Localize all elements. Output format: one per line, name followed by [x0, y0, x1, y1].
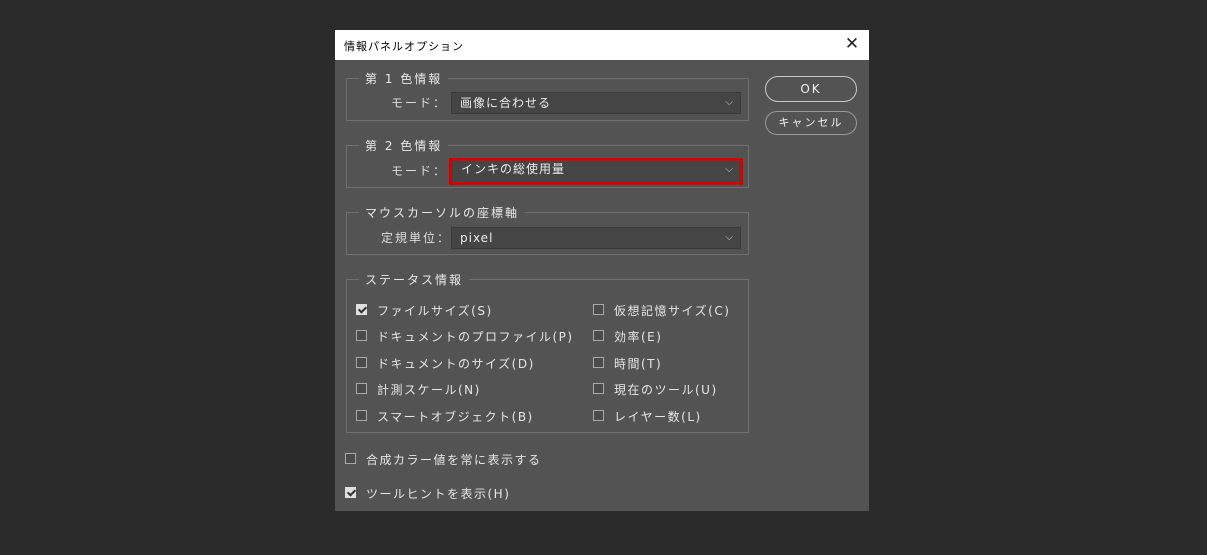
mouse-coordinates-legend: マウスカーソルの座標軸: [365, 206, 520, 220]
status-document-profile-label: ドキュメントのプロファイル(P): [377, 330, 574, 344]
chevron-down-icon: ⌵: [725, 164, 734, 175]
title-bar: 情報パネルオプション ✕: [335, 30, 869, 60]
second-color-mode-value: インキの総使用量: [461, 162, 566, 176]
ok-button[interactable]: OK: [765, 76, 857, 102]
ruler-units-select[interactable]: pixel ⌵: [451, 227, 741, 249]
status-document-size-label: ドキュメントのサイズ(D): [377, 357, 535, 371]
dialog-title: 情報パネルオプション: [344, 40, 464, 53]
checkbox-icon: [356, 383, 367, 394]
checkbox-checked-icon: [356, 304, 367, 315]
status-info-legend: ステータス情報: [365, 273, 464, 287]
close-icon[interactable]: ✕: [843, 35, 861, 53]
status-scratch-sizes-label: 仮想記憶サイズ(C): [614, 304, 731, 318]
first-color-mode-select[interactable]: 画像に合わせる ⌵: [451, 92, 741, 114]
second-color-mode-select[interactable]: インキの総使用量 ⌵: [449, 158, 743, 185]
ruler-units-label: 定規単位：: [380, 231, 451, 245]
checkbox-icon: [593, 410, 604, 421]
checkbox-icon: [356, 330, 367, 341]
status-efficiency-label: 効率(E): [614, 330, 663, 344]
chevron-down-icon: ⌵: [725, 232, 734, 243]
status-file-size-label: ファイルサイズ(S): [377, 304, 493, 318]
status-layer-count-label: レイヤー数(L): [614, 410, 702, 424]
checkbox-icon: [593, 330, 604, 341]
checkbox-icon: [356, 357, 367, 368]
always-show-composite-label: 合成カラー値を常に表示する: [366, 453, 542, 467]
second-color-mode-label: モード：: [390, 164, 447, 178]
info-panel-options-dialog: 情報パネルオプション ✕ 第 1 色情報 モード： 画像に合わせる ⌵ 第 2 …: [335, 30, 869, 511]
checkbox-icon: [593, 383, 604, 394]
status-current-tool-label: 現在のツール(U): [614, 383, 718, 397]
status-measurement-scale-label: 計測スケール(N): [377, 383, 481, 397]
chevron-down-icon: ⌵: [725, 97, 734, 108]
show-tooltips-label: ツールヒントを表示(H): [366, 487, 511, 501]
first-color-legend: 第 1 色情報: [365, 72, 443, 86]
checkbox-icon: [356, 410, 367, 421]
status-timing-label: 時間(T): [614, 357, 663, 371]
checkbox-icon: [345, 453, 356, 464]
first-color-mode-label: モード：: [390, 96, 447, 110]
second-color-legend: 第 2 色情報: [365, 139, 443, 153]
checkbox-icon: [593, 357, 604, 368]
checkbox-icon: [593, 304, 604, 315]
first-color-mode-value: 画像に合わせる: [460, 96, 552, 110]
ruler-units-value: pixel: [460, 231, 494, 245]
checkbox-checked-icon: [345, 487, 356, 498]
status-smart-objects-label: スマートオブジェクト(B): [377, 410, 534, 424]
cancel-button[interactable]: キャンセル: [765, 111, 857, 135]
